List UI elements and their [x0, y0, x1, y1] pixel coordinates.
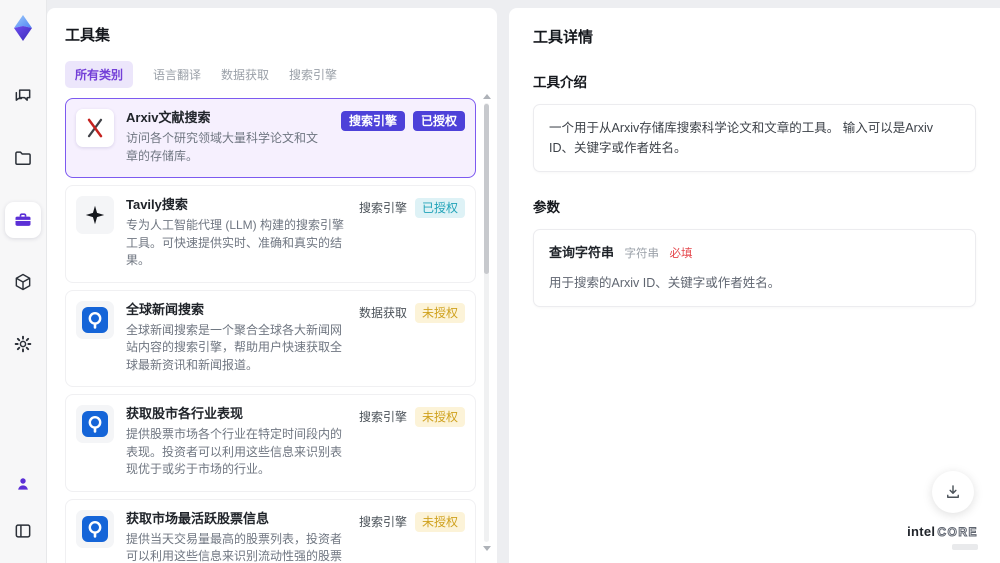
scroll-down-icon[interactable]	[482, 546, 491, 551]
tool-auth-badge: 已授权	[414, 198, 465, 218]
tool-category-tag: 搜索引擎	[358, 201, 407, 215]
tool-icon	[76, 300, 114, 339]
tool-description: 专为人工智能代理 (LLM) 构建的搜索引擎工具。可快速提供实时、准确和真实的结…	[126, 218, 345, 267]
tool-category-tag: 搜索引擎	[340, 111, 405, 131]
sidebar-item-files[interactable]	[5, 140, 41, 176]
folder-icon	[15, 151, 31, 165]
tool-auth-badge: 未授权	[414, 302, 465, 323]
tool-icon	[76, 405, 114, 443]
params-section-title: 参数	[533, 200, 560, 215]
intro-section-title: 工具介绍	[533, 75, 587, 90]
param-box: 查询字符串 字符串 必填 用于搜索的Arxiv ID、关键字或作者姓名。	[533, 229, 976, 307]
panel-toggle-icon	[15, 524, 31, 538]
gear-icon	[14, 335, 32, 353]
param-description: 用于搜索的Arxiv ID、关键字或作者姓名。	[549, 275, 781, 290]
intel-core-badge: intel core	[907, 524, 978, 550]
tool-description: 提供股票市场各个行业在特定时间段内的表现。投资者可以利用这些信息来识别表现优于或…	[126, 427, 343, 476]
tool-description: 访问各个研究领域大量科学论文和文章的存储库。	[126, 131, 319, 163]
scrollbar[interactable]	[482, 94, 491, 551]
tab-language-translate[interactable]: 语言翻译	[153, 61, 201, 88]
download-icon	[947, 485, 959, 498]
tool-auth-badge: 未授权	[414, 407, 465, 427]
scrollbar-thumb[interactable]	[484, 104, 489, 274]
user-icon	[18, 478, 28, 490]
chat-icon	[15, 89, 31, 101]
sidebar-item-tools[interactable]	[5, 202, 41, 238]
tool-name: 获取股市各行业表现	[126, 406, 244, 421]
brand-primary: intel	[907, 524, 936, 539]
arxiv-logo-icon	[87, 118, 103, 138]
tool-list-item[interactable]: 获取股市各行业表现 提供股票市场各个行业在特定时间段内的表现。投资者可以利用这些…	[65, 394, 476, 492]
tab-search-engine[interactable]: 搜索引擎	[289, 61, 337, 88]
brand-secondary: core	[937, 525, 978, 539]
tool-icon	[76, 109, 114, 147]
sidebar-item-chat[interactable]	[5, 78, 41, 114]
tool-list-item[interactable]: Arxiv文献搜索 访问各个研究领域大量科学论文和文章的存储库。 搜索引擎 已授…	[65, 98, 476, 178]
sidebar	[0, 0, 47, 563]
tool-list-item[interactable]: 全球新闻搜索 全球新闻搜索是一个聚合全球各大新闻网站内容的搜索引擎，帮助用户快速…	[65, 289, 476, 387]
brand-subtext	[952, 544, 978, 550]
param-name: 查询字符串	[549, 245, 615, 260]
intro-box: 一个用于从Arxiv存储库搜索科学论文和文章的工具。 输入可以是Arxiv ID…	[533, 104, 976, 172]
collapse-panel-button[interactable]	[5, 513, 41, 549]
user-avatar[interactable]	[8, 469, 38, 499]
app-logo-icon	[14, 15, 32, 41]
download-button[interactable]	[932, 471, 974, 513]
param-required-badge: 必填	[669, 248, 693, 260]
tool-description: 全球新闻搜索是一个聚合全球各大新闻网站内容的搜索引擎，帮助用户快速获取全球最新资…	[126, 322, 343, 372]
tool-name: 全球新闻搜索	[126, 301, 205, 317]
tool-auth-badge: 已授权	[412, 111, 465, 131]
tab-data-fetch[interactable]: 数据获取	[221, 61, 269, 88]
package-icon	[15, 273, 31, 291]
tool-auth-badge: 未授权	[414, 511, 465, 532]
tool-list-item[interactable]: Tavily搜索 专为人工智能代理 (LLM) 构建的搜索引擎工具。可快速提供实…	[65, 185, 476, 283]
news-search-icon	[82, 515, 108, 542]
news-search-icon	[82, 306, 108, 333]
tool-detail-panel: 工具详情 工具介绍 一个用于从Arxiv存储库搜索科学论文和文章的工具。 输入可…	[509, 8, 1000, 563]
tool-collection-panel: 工具集 所有类别 语言翻译 数据获取 搜索引擎 Arxiv文献搜索 访问各个研究…	[47, 8, 497, 563]
tool-name: Arxiv文献搜索	[126, 110, 211, 125]
tool-category-tag: 数据获取	[358, 305, 407, 320]
tab-all-categories[interactable]: 所有类别	[65, 61, 134, 88]
tool-name: 获取市场最活跃股票信息	[126, 510, 270, 526]
tool-icon	[76, 509, 114, 548]
tool-icon	[76, 196, 114, 234]
news-search-icon	[82, 411, 108, 437]
tool-category-tag: 搜索引擎	[358, 514, 407, 529]
sidebar-item-packages[interactable]	[5, 264, 41, 300]
briefcase-icon	[15, 213, 31, 226]
tool-list: Arxiv文献搜索 访问各个研究领域大量科学论文和文章的存储库。 搜索引擎 已授…	[65, 98, 478, 563]
star-icon	[85, 205, 105, 225]
tool-list-item[interactable]: 获取市场最活跃股票信息 提供当天交易量最高的股票列表，投资者可以利用这些信息来识…	[65, 498, 476, 563]
category-tabs: 所有类别 语言翻译 数据获取 搜索引擎	[65, 61, 478, 88]
page-title: 工具集	[65, 27, 111, 44]
sidebar-item-settings[interactable]	[5, 326, 41, 362]
scroll-up-icon[interactable]	[482, 94, 491, 99]
detail-title: 工具详情	[533, 29, 594, 46]
tool-category-tag: 搜索引擎	[358, 410, 407, 424]
param-type: 字符串	[624, 248, 660, 260]
tool-description: 提供当天交易量最高的股票列表，投资者可以利用这些信息来识别流动性强的股票和潜在的…	[126, 531, 343, 563]
tool-name: Tavily搜索	[126, 197, 188, 212]
